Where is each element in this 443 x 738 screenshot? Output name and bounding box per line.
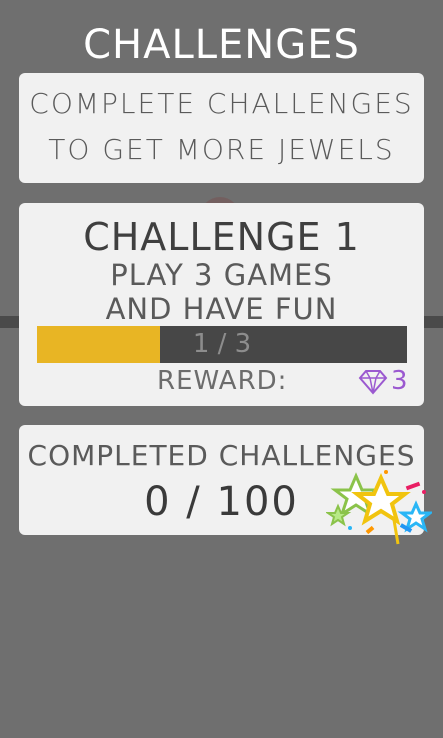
challenge-description-line-2: AND HAVE FUN	[105, 292, 338, 326]
reward-row: REWARD: 3	[19, 366, 424, 400]
celebration-stars-icon	[326, 470, 432, 545]
info-card: COMPLETE CHALLENGES TO GET MORE JEWELS	[19, 73, 424, 183]
diamond-icon	[358, 370, 388, 395]
challenge-progress-text: 1 / 3	[192, 329, 252, 359]
challenge-card[interactable]: CHALLENGE 1 PLAY 3 GAMES AND HAVE FUN 1 …	[19, 203, 424, 406]
reward-label: REWARD:	[157, 366, 288, 396]
info-line-2: TO GET MORE JEWELS	[48, 133, 395, 166]
reward-value: 3	[391, 366, 408, 396]
info-line-1: COMPLETE CHALLENGES	[29, 87, 414, 120]
challenge-title: CHALLENGE 1	[83, 215, 360, 259]
page-title: CHALLENGES	[83, 22, 360, 68]
challenge-progress-bar: 1 / 3	[37, 326, 407, 363]
challenge-description-line-1: PLAY 3 GAMES	[110, 258, 333, 292]
